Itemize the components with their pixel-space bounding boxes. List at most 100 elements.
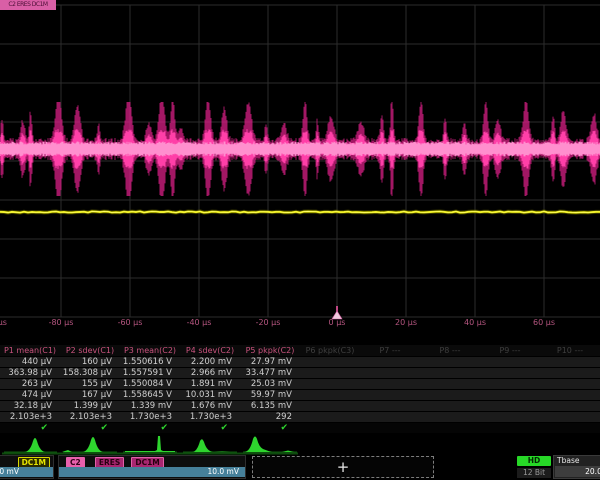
time-axis: -100 µs-80 µs-60 µs-40 µs-20 µs0 µs20 µs… xyxy=(0,318,600,332)
measurement-cell xyxy=(420,379,480,389)
measurement-cell xyxy=(360,401,420,411)
measurement-cell: ✔ xyxy=(0,423,60,433)
measure-sdev-row: 32.18 µV1.399 µV1.339 mV1.676 mV6.135 mV xyxy=(0,400,600,411)
measure-min-row: 263 µV155 µV1.550084 V1.891 mV25.03 mV xyxy=(0,378,600,389)
time-axis-label: 40 µs xyxy=(464,318,486,327)
measurement-cell xyxy=(420,412,480,422)
measurement-cell xyxy=(420,423,480,433)
measurement-cell: 263 µV xyxy=(0,379,60,389)
measurement-cell: 27.97 mV xyxy=(240,357,300,367)
measurement-header-cell[interactable]: P10 --- xyxy=(540,345,600,356)
measurement-cell: 1.676 mV xyxy=(180,401,240,411)
measurement-cell: ✔ xyxy=(120,423,180,433)
measurement-cell xyxy=(480,390,540,400)
measurement-cell xyxy=(540,412,600,422)
measurement-cell: 33.477 mV xyxy=(240,368,300,378)
measurement-cell xyxy=(300,390,360,400)
measurement-cell: 167 µV xyxy=(60,390,120,400)
measurement-cell: 1.557591 V xyxy=(120,368,180,378)
descriptor-bar: DC1M 0 mV C2 ERES DC1M 10.0 mV + HD 12 B… xyxy=(0,455,600,480)
measurement-header-cell[interactable]: P9 --- xyxy=(480,345,540,356)
measurement-cell: ✔ xyxy=(60,423,120,433)
measure-mean-row: 363.98 µV158.308 µV1.557591 V2.966 mV33.… xyxy=(0,367,600,378)
measurement-header-cell[interactable]: P4 sdev(C2) xyxy=(180,345,240,356)
measurement-header-cell[interactable]: P8 --- xyxy=(420,345,480,356)
measurement-header-cell[interactable]: P6 pkpk(C3) xyxy=(300,345,360,356)
measurement-cell xyxy=(540,423,600,433)
waveform-grid xyxy=(0,0,600,332)
measurement-cell xyxy=(480,379,540,389)
time-axis-label: -40 µs xyxy=(187,318,212,327)
measurement-cell xyxy=(420,368,480,378)
measurement-cell: 2.103e+3 xyxy=(0,412,60,422)
measurement-cell xyxy=(540,368,600,378)
measurement-cell xyxy=(360,379,420,389)
measurement-cell: 32.18 µV xyxy=(0,401,60,411)
measurement-cell: 1.399 µV xyxy=(60,401,120,411)
measurement-cell xyxy=(360,412,420,422)
measurement-header-cell[interactable]: P2 sdev(C1) xyxy=(60,345,120,356)
measurement-cell: 1.730e+3 xyxy=(180,412,240,422)
measurement-cell: 1.339 mV xyxy=(120,401,180,411)
measurement-cell: 1.550084 V xyxy=(120,379,180,389)
measurement-cell xyxy=(300,401,360,411)
measurement-cell: 158.308 µV xyxy=(60,368,120,378)
measurement-cell: 6.135 mV xyxy=(240,401,300,411)
measurement-cell xyxy=(540,357,600,367)
hd-mode-badge[interactable]: HD xyxy=(517,456,551,466)
measurement-header-cell[interactable]: P1 mean(C1) xyxy=(0,345,60,356)
histicon-shapes xyxy=(24,436,294,452)
timebase-descriptor[interactable]: Tbase 20.0 µ xyxy=(553,455,600,479)
timebase-label: Tbase xyxy=(554,456,600,466)
c2-trace xyxy=(0,102,600,196)
measurement-cell: 1.891 mV xyxy=(180,379,240,389)
time-axis-label: -20 µs xyxy=(256,318,281,327)
measurement-histicons xyxy=(0,433,600,455)
measure-value-row: 440 µV160 µV1.550616 V2.200 mV27.97 mV xyxy=(0,356,600,367)
timebase-value: 20.0 µ xyxy=(555,466,600,477)
measurement-cell xyxy=(480,368,540,378)
measurement-cell xyxy=(300,412,360,422)
measurement-cell xyxy=(300,368,360,378)
measurement-cell: 2.103e+3 xyxy=(60,412,120,422)
measurement-cell: 1.558645 V xyxy=(120,390,180,400)
measure-header-row: P1 mean(C1)P2 sdev(C1)P3 mean(C2)P4 sdev… xyxy=(0,345,600,356)
measurement-cell: ✔ xyxy=(240,423,300,433)
measurement-header-cell[interactable]: P5 pkpk(C2) xyxy=(240,345,300,356)
time-axis-label: -80 µs xyxy=(49,318,74,327)
selected-trace-badge: C2 ERES DC1M xyxy=(0,0,56,10)
measurement-cell: 160 µV xyxy=(60,357,120,367)
time-axis-label: 20 µs xyxy=(395,318,417,327)
time-axis-label: -100 µs xyxy=(0,318,7,327)
measurement-cell: 292 xyxy=(240,412,300,422)
measurement-cell: 155 µV xyxy=(60,379,120,389)
measurement-cell xyxy=(480,357,540,367)
measurement-header-cell[interactable]: P3 mean(C2) xyxy=(120,345,180,356)
measurement-cell xyxy=(540,390,600,400)
c1-descriptor[interactable]: DC1M 0 mV xyxy=(0,455,54,479)
measurement-cell: 440 µV xyxy=(0,357,60,367)
add-trace-button[interactable]: + xyxy=(252,456,434,478)
c2-descriptor[interactable]: C2 ERES DC1M 10.0 mV xyxy=(58,455,246,479)
measurement-cell xyxy=(300,423,360,433)
measurement-cell xyxy=(480,412,540,422)
measurement-cell: 363.98 µV xyxy=(0,368,60,378)
measurement-cell xyxy=(360,357,420,367)
measurement-cell xyxy=(480,401,540,411)
measure-max-row: 474 µV167 µV1.558645 V10.031 mV59.97 mV xyxy=(0,389,600,400)
measurement-cell: ✔ xyxy=(180,423,240,433)
measurement-cell xyxy=(420,401,480,411)
measurement-cell xyxy=(420,390,480,400)
measurement-cell xyxy=(360,423,420,433)
bit-depth-label: 12 Bit xyxy=(517,468,551,478)
time-axis-label: 60 µs xyxy=(533,318,555,327)
c1-scale-strip: 0 mV xyxy=(0,467,53,477)
measurement-cell xyxy=(360,368,420,378)
measurement-cell xyxy=(300,357,360,367)
measurement-cell: 1.730e+3 xyxy=(120,412,180,422)
measurement-cell: 1.550616 V xyxy=(120,357,180,367)
measurement-header-cell[interactable]: P7 --- xyxy=(360,345,420,356)
oscilloscope-screen: C2 ERES DC1M -100 µs-80 µs-60 µs-40 µs-2… xyxy=(0,0,600,480)
c1-scale-fragment: 0 mV xyxy=(0,467,19,477)
measurement-cell: 25.03 mV xyxy=(240,379,300,389)
